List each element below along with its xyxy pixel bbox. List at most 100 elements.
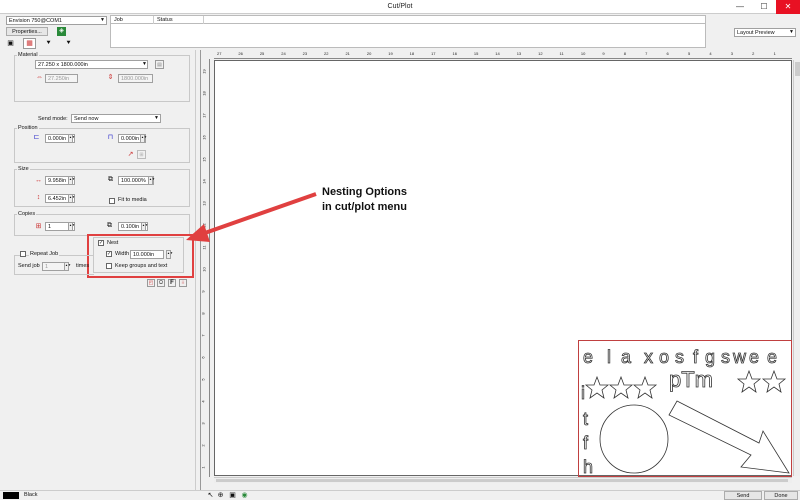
nest-checkbox[interactable]: ✓	[98, 240, 104, 246]
title-bar: Cut/Plot — ☐ ✕	[0, 0, 800, 14]
ruler-tick-label: 25	[259, 51, 265, 56]
job-table-body[interactable]	[110, 24, 706, 48]
keep-groups-label: Keep groups and text	[115, 263, 168, 269]
ruler-tick-label: 3	[730, 51, 733, 56]
weed-box-icon[interactable]: ◰	[147, 279, 155, 287]
grid-icon[interactable]: ⁝⁝	[179, 279, 187, 287]
height-icon: ↕	[36, 194, 41, 201]
properties-button[interactable]: Properties...	[6, 27, 48, 36]
ruler-tick-label: 7	[200, 334, 206, 337]
star-shape	[608, 375, 634, 399]
material-settings-icon[interactable]: ▤	[155, 60, 164, 69]
keep-groups-checkbox[interactable]	[106, 263, 112, 269]
tab-layout-icon[interactable]: ▦	[23, 38, 36, 49]
copies-count-stepper[interactable]: ▲▼	[68, 222, 75, 231]
font-icon[interactable]: F	[168, 279, 176, 287]
nest-width-stepper[interactable]: ▲▼	[166, 250, 173, 259]
view-mode-select[interactable]: Layout Preview	[734, 28, 796, 37]
arrow-shape	[668, 400, 790, 474]
ruler-tick-label: 18	[409, 51, 415, 56]
ruler-tick-label: 10	[580, 51, 586, 56]
star-shape	[736, 369, 762, 393]
device-select-value: Envision 750@COM1	[9, 18, 62, 24]
send-mode-label: Send mode:	[38, 116, 68, 122]
device-status-icon[interactable]: ◈	[57, 27, 66, 36]
position-y-stepper[interactable]: ▲▼	[140, 134, 147, 143]
size-height-stepper[interactable]: ▲▼	[68, 194, 75, 203]
nest-width-checkbox[interactable]: ✓	[106, 251, 112, 257]
ruler-tick-label: 15	[201, 157, 207, 162]
nest-width-field[interactable]: 10.000in	[130, 250, 164, 259]
tab-cutter-icon[interactable]: ⯆	[44, 39, 53, 48]
send-job-label: Send job	[18, 263, 40, 269]
view-mode-value: Layout Preview	[737, 30, 775, 36]
size-width-stepper[interactable]: ▲▼	[68, 176, 75, 185]
copy-spacing-stepper[interactable]: ▲▼	[141, 222, 148, 231]
artwork-letter: a	[621, 347, 632, 367]
ruler-tick-label: 24	[281, 51, 286, 56]
send-button[interactable]: Send	[724, 491, 762, 500]
fit-to-media-checkbox[interactable]	[109, 198, 115, 204]
material-width-field[interactable]: 27.250in	[45, 74, 78, 83]
artwork-letter: l	[607, 347, 611, 367]
zoom-icon[interactable]: ⊕	[216, 491, 225, 500]
maximize-button[interactable]: ☐	[752, 0, 776, 14]
chevron-down-icon[interactable]: ▼	[100, 17, 105, 23]
ruler-tick-label: 1	[773, 51, 776, 56]
ruler-tick-label: 12	[538, 51, 543, 56]
pointer-tool-icon[interactable]: ↖	[206, 491, 215, 500]
save-preview-icon[interactable]: ▣	[228, 491, 237, 500]
nest-label: Nest	[107, 240, 119, 246]
artwork-letter: s	[721, 347, 730, 367]
status-column-header[interactable]: Status	[157, 17, 173, 23]
color-name: Black	[24, 492, 38, 498]
ruler-tick-label: 18	[201, 91, 207, 96]
repeat-job-checkbox[interactable]	[20, 251, 26, 257]
job-column-header[interactable]: Job	[114, 17, 123, 23]
repeat-count-stepper[interactable]: ▲▼	[64, 262, 71, 271]
ruler-tick-label: 3	[200, 422, 206, 425]
column-divider	[203, 16, 204, 24]
fit-to-media-label: Fit to media	[118, 197, 147, 203]
ruler-tick-label: 2	[752, 51, 755, 56]
ruler-tick-label: 17	[201, 113, 207, 118]
position-center-icon[interactable]: ⊞	[137, 150, 146, 159]
ruler-tick-label: 2	[200, 444, 206, 447]
annotation-line-2: in cut/plot menu	[322, 201, 407, 213]
vertical-scrollbar[interactable]	[793, 60, 800, 476]
artwork-letter: x	[644, 347, 653, 367]
position-x-icon: ⊏	[33, 134, 40, 141]
position-y-icon: ⊓	[107, 134, 114, 141]
scale-stepper[interactable]: ▲▼	[148, 176, 155, 185]
tab-options-icon[interactable]: ⯆	[64, 39, 73, 48]
vertical-scroll-thumb[interactable]	[795, 62, 800, 76]
horizontal-scroll-thumb[interactable]	[216, 479, 788, 482]
done-button[interactable]: Done	[764, 491, 798, 500]
close-button[interactable]: ✕	[776, 0, 800, 14]
tab-general-icon[interactable]: ▣	[6, 39, 15, 48]
copy-spacing-icon: ⧉	[107, 222, 112, 229]
material-width-icon: ⇔	[36, 74, 43, 81]
artwork-letter: t	[583, 409, 588, 429]
position-reset-icon[interactable]: ↗	[126, 150, 135, 159]
chevron-down-icon[interactable]: ▼	[154, 115, 159, 121]
ruler-tick-label: 15	[473, 51, 479, 56]
position-label: Position	[17, 125, 39, 131]
device-select[interactable]: Envision 750@COM1	[6, 16, 107, 25]
artwork-letter: o	[659, 347, 669, 367]
ruler-tick-label: 9	[602, 51, 605, 56]
send-mode-select[interactable]: Send now	[71, 114, 161, 123]
nested-artwork-box[interactable]: e l a x o s f g s w e e pTm i t f h	[578, 340, 792, 477]
text-icon[interactable]: Ω	[157, 279, 165, 287]
chevron-down-icon[interactable]: ▼	[142, 61, 147, 67]
minimize-button[interactable]: —	[728, 0, 752, 14]
material-size-select[interactable]: 27.250 x 1800.000in	[35, 60, 148, 69]
ruler-tick-label: 11	[559, 51, 564, 56]
fit-view-icon[interactable]: ◉	[240, 491, 249, 500]
material-length-field[interactable]: 1800.000in	[118, 74, 153, 83]
ruler-tick-label: 20	[366, 51, 372, 56]
chevron-down-icon[interactable]: ▼	[789, 29, 794, 35]
artwork-letter: h	[583, 457, 593, 477]
ruler-tick-label: 23	[302, 51, 308, 56]
position-x-stepper[interactable]: ▲▼	[68, 134, 75, 143]
